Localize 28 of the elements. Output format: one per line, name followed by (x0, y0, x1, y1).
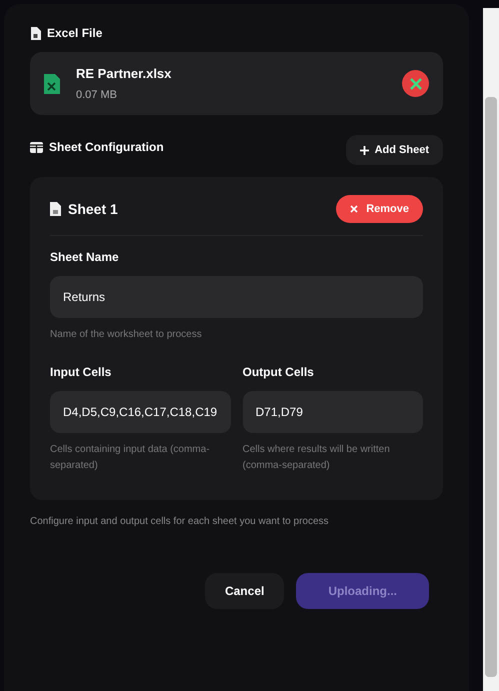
field-label: Sheet Name (50, 250, 120, 264)
spreadsheet-file-icon (44, 74, 60, 94)
table-icon (30, 142, 43, 152)
file-size: 0.07 MB (76, 89, 118, 101)
output-cells-field[interactable]: D71,D79 (242, 391, 423, 433)
field-hint: Cells containing input data (comma-separated) (50, 443, 211, 473)
close-icon (350, 205, 358, 213)
sheet-title: Sheet 1 (68, 201, 118, 217)
input-cells-field[interactable]: D4,D5,C9,C16,C17,C18,C19 (50, 391, 230, 433)
plus-icon (360, 146, 369, 154)
document-icon (50, 202, 61, 216)
sheet-name-field[interactable]: Returns (50, 276, 423, 318)
field-hint: Cells where results will be written (comma-separated) (242, 443, 391, 473)
add-sheet-button[interactable]: Add Sheet (346, 135, 443, 165)
scrollbar[interactable] (483, 8, 499, 691)
cancel-button[interactable]: Cancel (204, 573, 284, 609)
close-icon (410, 78, 422, 90)
scrollbar-thumb[interactable] (485, 97, 497, 677)
field-label: Output Cells (242, 365, 315, 379)
section-title: Excel File (47, 26, 102, 40)
section-title: Sheet Configuration (49, 140, 164, 154)
remove-file-button[interactable] (402, 70, 429, 97)
field-hint: Name of the worksheet to process (50, 328, 203, 342)
field-label: Input Cells (50, 365, 112, 379)
document-icon (30, 26, 41, 40)
help-text: Configure input and output cells for each sheet you want to process (30, 516, 330, 527)
file-name: RE Partner.xlsx (76, 66, 172, 81)
remove-button[interactable]: Remove (336, 195, 423, 223)
